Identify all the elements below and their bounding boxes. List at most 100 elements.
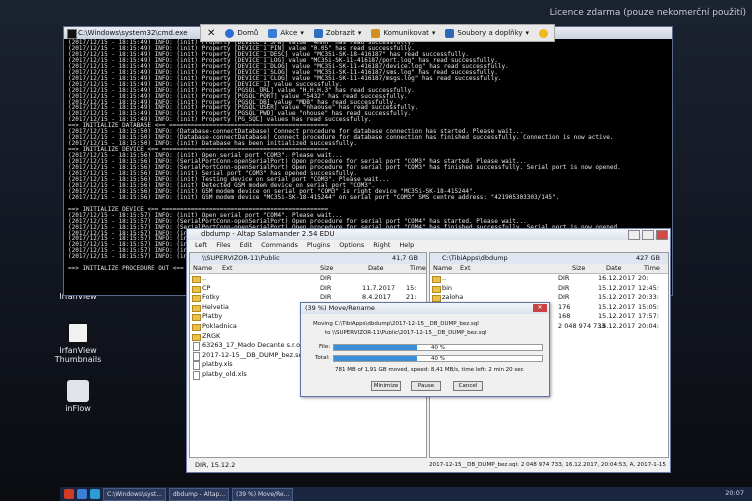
column-header-ext[interactable]: Ext: [460, 264, 471, 273]
file-date: 15.12.2017: [598, 293, 636, 302]
file-date: 15.12.2017: [598, 283, 636, 292]
communication-button[interactable]: Komunikovat ▾: [371, 28, 435, 38]
minimize-button[interactable]: Minimize: [371, 381, 401, 391]
column-header-name[interactable]: Name: [433, 264, 452, 273]
remote-toolbar: ✕ Domů Akce ▾ Zobrazit ▾ Komunikovat ▾ Soub…: [200, 24, 556, 42]
file-name: Helvetia: [202, 302, 229, 311]
smiley-icon: [539, 28, 549, 38]
menu-item[interactable]: Left: [195, 240, 207, 251]
menu-item[interactable]: Options: [339, 240, 364, 251]
view-button[interactable]: Zobrazit ▾: [313, 28, 361, 38]
menu-item[interactable]: Help: [399, 240, 414, 251]
column-header-time[interactable]: Time: [644, 264, 660, 273]
folder-icon: [432, 285, 441, 293]
menu-item[interactable]: Commands: [261, 240, 298, 251]
monitor-icon: [313, 28, 323, 38]
chat-icon: [371, 28, 381, 38]
folder-icon: [192, 285, 201, 293]
folder-icon: [432, 276, 441, 283]
dialog-close-button[interactable]: ✕: [533, 304, 547, 312]
folder-icon: [192, 323, 201, 331]
left-panel-path[interactable]: \\SUPERVIZOR-11\Public 41,7 GB: [190, 253, 426, 264]
cmd-title: C:\Windows\system32\cmd.exe: [78, 29, 188, 37]
home-button[interactable]: Domů: [225, 28, 258, 38]
left-path-text: \\SUPERVIZOR-11\Public: [202, 254, 280, 262]
menu-item[interactable]: Right: [373, 240, 390, 251]
file-progress-label: File:: [319, 344, 331, 350]
column-header-size[interactable]: Size: [572, 264, 585, 273]
file-date: 11.7.2017: [362, 283, 396, 292]
files-button[interactable]: Soubory a doplňky ▾: [445, 28, 530, 38]
file-name: CP: [202, 283, 211, 292]
menu-item[interactable]: Files: [216, 240, 230, 251]
app-icon[interactable]: [77, 489, 87, 499]
close-icon: ✕: [207, 27, 216, 39]
actions-label: Akce: [280, 29, 298, 37]
file-time: 17:57:: [638, 312, 659, 321]
file-time: 20:33:: [638, 293, 659, 302]
chevron-down-icon: ▾: [525, 29, 530, 37]
folder-icon: [192, 333, 201, 341]
close-toolbar-button[interactable]: ✕: [207, 28, 215, 39]
file-row[interactable]: bin DIR 15.12.2017 12:45:: [430, 284, 668, 294]
total-progress-bar: 40 %: [333, 355, 543, 362]
home-icon: [225, 28, 235, 38]
feedback-button[interactable]: [539, 28, 549, 38]
column-header-time[interactable]: Time: [410, 264, 426, 273]
taskbar-item-cmd[interactable]: C:\Windows\syst...: [103, 487, 166, 501]
dialog-title: (39 %) Move/Rename: [305, 304, 375, 312]
desktop-icon-inflow[interactable]: inFlow: [48, 380, 108, 413]
file-name: ..: [442, 274, 447, 282]
right-panel-header: Name Ext Size Date Time: [430, 264, 668, 274]
file-name: 63263_17_Mado Decante s.r.o.: [202, 341, 303, 350]
file-date: 16.12.2017: [598, 274, 636, 282]
file-name: Fotky: [202, 293, 220, 302]
minimize-window-button[interactable]: [628, 230, 640, 240]
menu-item[interactable]: Plugins: [307, 240, 330, 251]
desktop-icon-irfanview-thumbnails[interactable]: IrfanView Thumbnails: [48, 322, 108, 364]
column-header-name[interactable]: Name: [193, 264, 212, 273]
cancel-button[interactable]: Cancel: [453, 381, 483, 391]
maximize-window-button[interactable]: [642, 230, 654, 240]
file-name: Platby: [202, 312, 223, 321]
license-watermark: Licence zdarma (pouze nekomerční použití…: [549, 8, 746, 18]
file-time: 20:04:: [638, 321, 659, 330]
panda-icon: [67, 322, 89, 344]
column-header-date[interactable]: Date: [368, 264, 384, 273]
move-rename-dialog[interactable]: (39 %) Move/Rename ✕ Moving C:\TibiApps\…: [300, 302, 550, 397]
pause-button[interactable]: Pause: [411, 381, 441, 391]
app-icon[interactable]: [90, 489, 100, 499]
file-name: ..: [202, 274, 207, 282]
menu-item[interactable]: Edit: [240, 240, 253, 251]
taskbar-item-salamander[interactable]: dbdump - Altap...: [168, 487, 230, 501]
file-row[interactable]: .. DIR 16.12.2017 20:: [430, 274, 668, 284]
file-size: DIR: [558, 274, 570, 282]
desktop-icon-label: inFlow: [65, 404, 91, 413]
right-panel-path[interactable]: C:\TibiApps\dbdump 427 GB: [430, 253, 668, 264]
taskbar-item-move-dialog[interactable]: (39 %) Move/Re...: [232, 487, 294, 501]
left-free-space: 41,7 GB: [391, 254, 418, 262]
salamander-title: dbdump - Altap Salamander 2.54 EDU: [201, 230, 335, 238]
file-name: 2017-12-15__DB_DUMP_bez.sql: [202, 350, 305, 359]
communication-label: Komunikovat: [383, 29, 429, 37]
file-icon: [193, 370, 200, 380]
column-header-size[interactable]: Size: [320, 264, 333, 273]
right-status-bar: 2017-12-15__DB_DUMP_bez.sql: 2 048 974 7…: [429, 462, 666, 468]
file-size: DIR: [558, 283, 570, 292]
column-header-date[interactable]: Date: [606, 264, 622, 273]
folder-icon: [192, 295, 201, 303]
folder-icon: [192, 276, 201, 283]
actions-button[interactable]: Akce ▾: [268, 28, 304, 38]
salamander-titlebar[interactable]: dbdump - Altap Salamander 2.54 EDU: [187, 229, 670, 240]
close-window-button[interactable]: [656, 230, 668, 240]
file-row[interactable]: .. DIR: [190, 274, 426, 284]
app-icon[interactable]: [64, 489, 74, 499]
total-progress-label: Total:: [315, 355, 330, 361]
column-header-ext[interactable]: Ext: [222, 264, 233, 273]
file-date: 16.12.2017: [598, 321, 636, 330]
dialog-titlebar[interactable]: (39 %) Move/Rename ✕: [301, 303, 549, 314]
file-date: 15.12.2017: [598, 302, 636, 311]
file-row[interactable]: CP DIR 11.7.2017 15:: [190, 284, 426, 294]
file-name: bin: [442, 283, 453, 292]
total-progress-percent: 40 %: [431, 356, 445, 362]
